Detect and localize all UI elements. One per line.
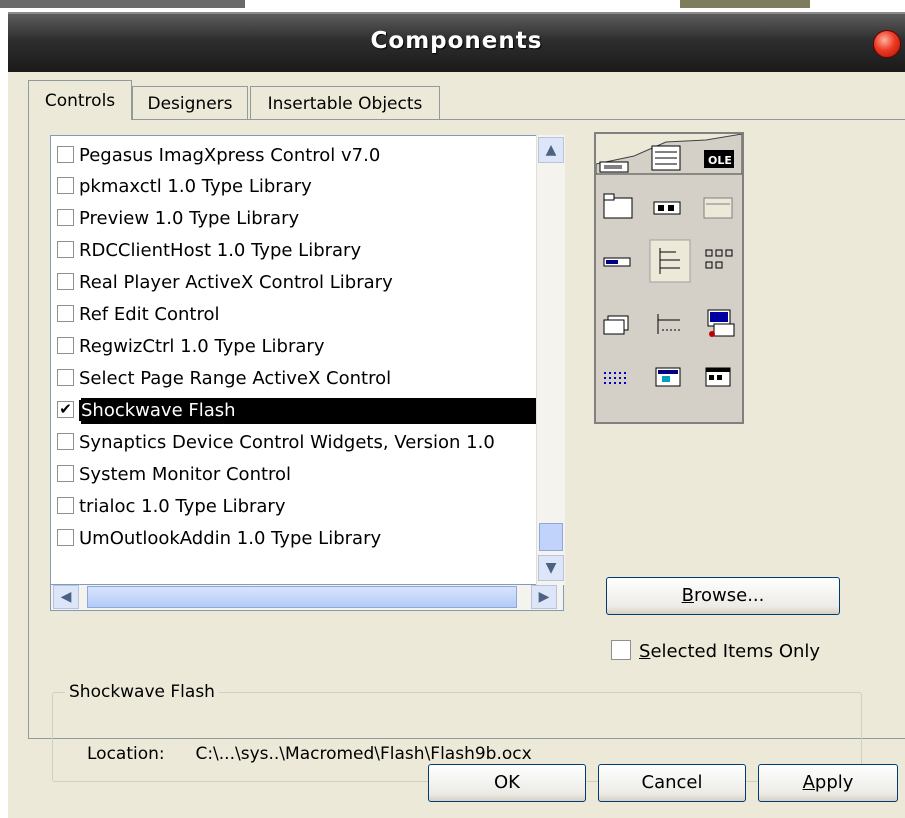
list-item-label: trialoc 1.0 Type Library [79,496,286,517]
list-item-checkbox[interactable] [57,432,74,450]
component-details-title: Shockwave Flash [69,682,215,702]
location-label: Location: [87,744,165,764]
selected-items-only-accesskey: S [639,641,651,662]
list-item[interactable]: RegwizCtrl 1.0 Type Library [57,332,324,362]
control-preview-palette: OLE [594,132,744,424]
apply-button[interactable]: Apply [758,764,898,802]
list-item-label: pkmaxctl 1.0 Type Library [79,176,312,197]
list-item[interactable]: UmOutlookAddin 1.0 Type Library [57,524,381,554]
cancel-button-label: Cancel [641,772,703,793]
ok-button-label: OK [494,772,520,793]
browse-button[interactable]: Browse... [606,577,840,615]
list-item-checkbox[interactable] [57,368,74,386]
scroll-right-button[interactable]: ▶ [531,585,557,609]
list-item-checkbox[interactable] [57,304,74,322]
list-item-checkbox[interactable] [57,336,74,354]
tab-designers[interactable]: Designers [132,86,248,120]
tab-designers-label: Designers [147,94,233,114]
tab-insertable-objects-label: Insertable Objects [267,94,423,114]
scroll-left-button[interactable]: ◀ [53,585,79,609]
list-item[interactable]: Real Player ActiveX Control Library [57,268,393,298]
list-item-checkbox[interactable] [57,464,74,482]
tab-insertable-objects[interactable]: Insertable Objects [250,86,440,120]
scroll-down-button[interactable]: ▼ [538,555,564,581]
list-item-label: Ref Edit Control [79,304,220,325]
title-bar[interactable]: Components [8,12,905,72]
tab-controls[interactable]: Controls [28,80,132,120]
vertical-scroll-thumb[interactable] [539,523,563,551]
chevron-down-icon: ▼ [545,560,557,576]
list-item-label: Synaptics Device Control Widgets, Versio… [79,432,495,453]
list-item-checkbox[interactable] [57,145,74,163]
list-item-label: Shockwave Flash [79,400,238,421]
list-item[interactable]: pkmaxctl 1.0 Type Library [57,172,312,202]
cancel-button[interactable]: Cancel [598,764,746,802]
selected-items-only-box[interactable] [611,640,631,660]
components-list[interactable]: Pegasus ImagXpress Control v7.0 pkmaxctl… [50,135,550,585]
list-item[interactable]: RDCClientHost 1.0 Type Library [57,236,361,266]
list-item-checkbox[interactable]: ✔ [57,400,74,418]
list-item-label: System Monitor Control [79,464,292,485]
list-item-checkbox[interactable] [57,240,74,258]
list-item-checkbox[interactable] [57,176,74,194]
list-item[interactable]: Pegasus ImagXpress Control v7.0 [57,141,380,171]
list-item-checkbox[interactable] [57,528,74,546]
browse-button-accesskey: B [681,585,694,606]
list-item[interactable]: Preview 1.0 Type Library [57,204,299,234]
horizontal-scroll-thumb[interactable] [87,586,517,608]
list-item-checkbox[interactable] [57,208,74,226]
background-window-fragment [0,0,245,8]
apply-button-accesskey: A [802,772,815,793]
list-item-label: RDCClientHost 1.0 Type Library [79,240,362,261]
ok-button[interactable]: OK [428,764,586,802]
selected-items-only-label: elected Items Only [650,641,821,662]
selected-items-only-checkbox[interactable]: Selected Items Only [611,640,821,662]
background-window-strip [0,0,905,12]
palette-artwork: OLE [596,134,742,387]
chevron-up-icon: ▲ [545,142,557,158]
window-title: Components [370,28,543,54]
list-item-selected[interactable]: ✔ Shockwave Flash [57,396,537,426]
location-value: C:\...\sys..\Macromed\Flash\Flash9b.ocx [195,744,532,764]
vertical-scrollbar[interactable]: ▲ ▼ [536,135,565,585]
list-item-label: Preview 1.0 Type Library [79,208,300,229]
list-item-checkbox[interactable] [57,496,74,514]
svg-text:OLE: OLE [708,154,732,167]
browse-button-label: rowse... [694,585,765,606]
horizontal-scrollbar[interactable]: ◀ ▶ [50,585,564,611]
list-item[interactable]: trialoc 1.0 Type Library [57,492,285,522]
list-item[interactable]: Synaptics Device Control Widgets, Versio… [57,428,495,458]
background-window-controls [680,0,810,8]
list-item[interactable]: Select Page Range ActiveX Control [57,364,391,394]
list-item-label: Pegasus ImagXpress Control v7.0 [79,145,381,166]
close-button[interactable] [873,30,901,58]
scroll-up-button[interactable]: ▲ [538,137,564,163]
list-item-label: Select Page Range ActiveX Control [79,368,392,389]
list-item-label: UmOutlookAddin 1.0 Type Library [79,528,382,549]
list-item-label: RegwizCtrl 1.0 Type Library [79,336,325,357]
location-row: Location: C:\...\sys..\Macromed\Flash\Fl… [87,744,532,764]
list-item[interactable]: System Monitor Control [57,460,291,490]
list-item-checkbox[interactable] [57,272,74,290]
chevron-right-icon: ▶ [538,589,550,605]
list-item-label: Real Player ActiveX Control Library [79,272,393,293]
dialog-body: Controls Designers Insertable Objects Pe… [8,72,905,818]
tab-controls-label: Controls [44,91,116,111]
apply-button-label: pply [814,772,854,793]
list-item[interactable]: Ref Edit Control [57,300,219,330]
chevron-left-icon: ◀ [60,589,72,605]
